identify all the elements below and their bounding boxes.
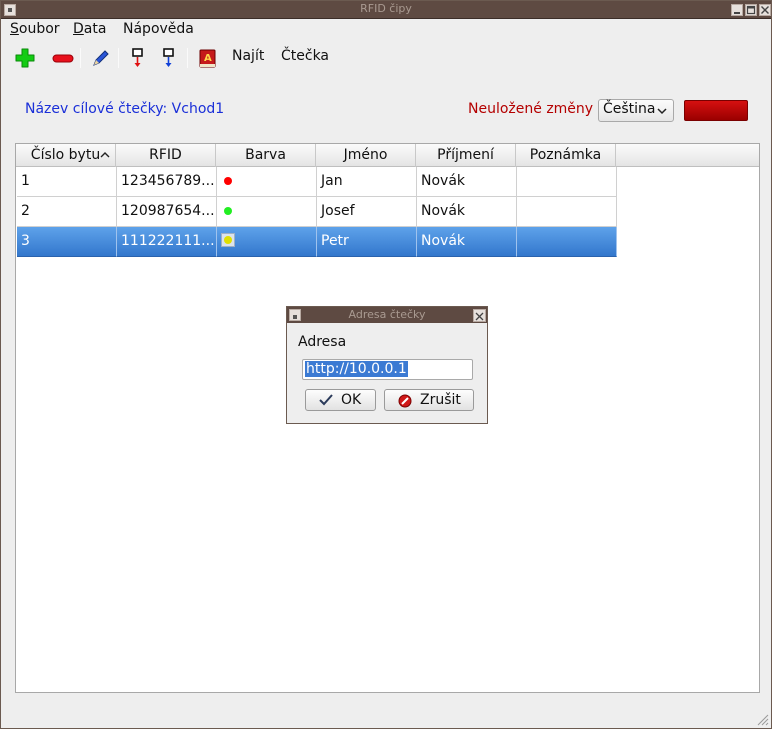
menu-soubor-label: oubor [18,21,60,37]
column-header-note[interactable]: Poznámka [516,144,616,167]
remove-icon [52,54,74,63]
ok-button-label: OK [341,392,362,408]
column-header-first-name[interactable]: Jméno [316,144,416,167]
toolbar-separator [187,48,188,68]
reader-button[interactable]: Čtečka [281,48,329,64]
dictionary-button[interactable]: A [194,46,220,70]
cell-rfid[interactable]: 123456789... [117,167,217,197]
reader-address-dialog: Adresa čtečky Adresa http://10.0.0.1 OK … [286,306,488,424]
remove-button[interactable] [49,46,75,70]
address-input[interactable]: http://10.0.0.1 [302,359,473,380]
ok-button[interactable]: OK [305,389,376,411]
cancel-button-label: Zrušit [420,392,461,408]
menu-data-key: D [73,21,84,37]
toolbar: A Najít Čtečka [1,43,771,73]
color-dot-icon [224,177,232,185]
unsaved-changes-label: Neuložené změny [468,101,594,117]
column-header-label: Poznámka [529,147,602,163]
menu-data-label: ata [83,21,107,37]
column-header-number[interactable]: Číslo bytu [16,144,116,167]
cell-rfid[interactable]: 111222111... [117,227,217,257]
resize-grip-icon[interactable] [755,712,769,726]
toolbar-separator [80,48,81,68]
cancel-icon [398,394,412,408]
cell-first-name[interactable]: Josef [317,197,417,227]
menu-bar: Soubor Data Nápověda [1,20,771,42]
dialog-title: Adresa čtečky [348,308,426,321]
color-dot-icon [224,236,232,244]
table-header: Číslo bytu RFID Barva Jméno Příjmení Poz… [16,144,759,167]
column-header-label: RFID [149,147,182,163]
cell-last-name[interactable]: Novák [417,197,517,227]
menu-napoveda-label: Nápověda [123,21,194,37]
cell-first-name[interactable]: Jan [317,167,417,197]
language-select[interactable]: Čeština [598,99,674,122]
close-icon[interactable] [759,4,771,16]
add-icon [15,48,35,68]
column-header-label: Příjmení [437,147,494,163]
menu-napoveda[interactable]: Nápověda [123,21,194,37]
cell-note[interactable] [517,167,617,197]
cell-note[interactable] [517,197,617,227]
cell-number[interactable]: 3 [17,227,117,257]
address-label: Adresa [298,334,347,350]
dialog-title-bar[interactable]: Adresa čtečky [287,307,487,323]
column-header-label: Jméno [343,147,388,163]
main-window: RFID čipy Soubor Data Nápověda A Najít Č… [0,0,772,729]
cancel-button[interactable]: Zrušit [384,389,474,411]
reader-name-label: Název cílové čtečky: Vchod1 [25,101,225,117]
cell-rfid[interactable]: 120987654... [117,197,217,227]
edit-button[interactable] [87,46,113,70]
column-header-label: Barva [245,147,286,163]
minimize-icon[interactable] [731,4,743,16]
toolbar-separator [118,48,119,68]
title-bar[interactable]: RFID čipy [1,1,771,19]
reader-write-icon [163,48,174,67]
column-header-rfid[interactable]: RFID [116,144,216,167]
cell-note[interactable] [517,227,617,257]
language-select-value: Čeština [603,101,656,117]
menu-soubor-key: S [10,21,19,37]
cell-color[interactable] [217,227,317,257]
cell-last-name[interactable]: Novák [417,227,517,257]
column-header-label: Číslo bytu [30,147,101,163]
column-header-last-name[interactable]: Příjmení [416,144,516,167]
column-header-color[interactable]: Barva [216,144,316,167]
dialog-close-icon[interactable] [473,309,486,322]
sort-ascending-icon [100,152,110,158]
color-swatch [221,233,235,247]
svg-text:A: A [204,53,212,64]
cell-first-name[interactable]: Petr [317,227,417,257]
menu-data[interactable]: Data [73,21,106,37]
address-input-value: http://10.0.0.1 [305,361,408,377]
unsaved-status-button[interactable] [684,100,748,121]
add-button[interactable] [11,46,37,70]
menu-soubor[interactable]: Soubor [10,21,60,37]
window-title: RFID čipy [360,2,412,15]
cell-number[interactable]: 2 [17,197,117,227]
edit-icon [93,50,109,66]
reader-write-button[interactable] [156,46,182,70]
chevron-down-icon [657,108,667,115]
cell-color[interactable] [217,197,317,227]
reader-read-icon [132,48,143,67]
reader-read-button[interactable] [125,46,151,70]
cell-last-name[interactable]: Novák [417,167,517,197]
cell-color[interactable] [217,167,317,197]
maximize-icon[interactable] [745,4,757,16]
cell-number[interactable]: 1 [17,167,117,197]
check-icon [319,394,333,406]
find-button[interactable]: Najít [232,48,264,64]
dictionary-icon: A [199,49,216,68]
color-dot-icon [224,207,232,215]
